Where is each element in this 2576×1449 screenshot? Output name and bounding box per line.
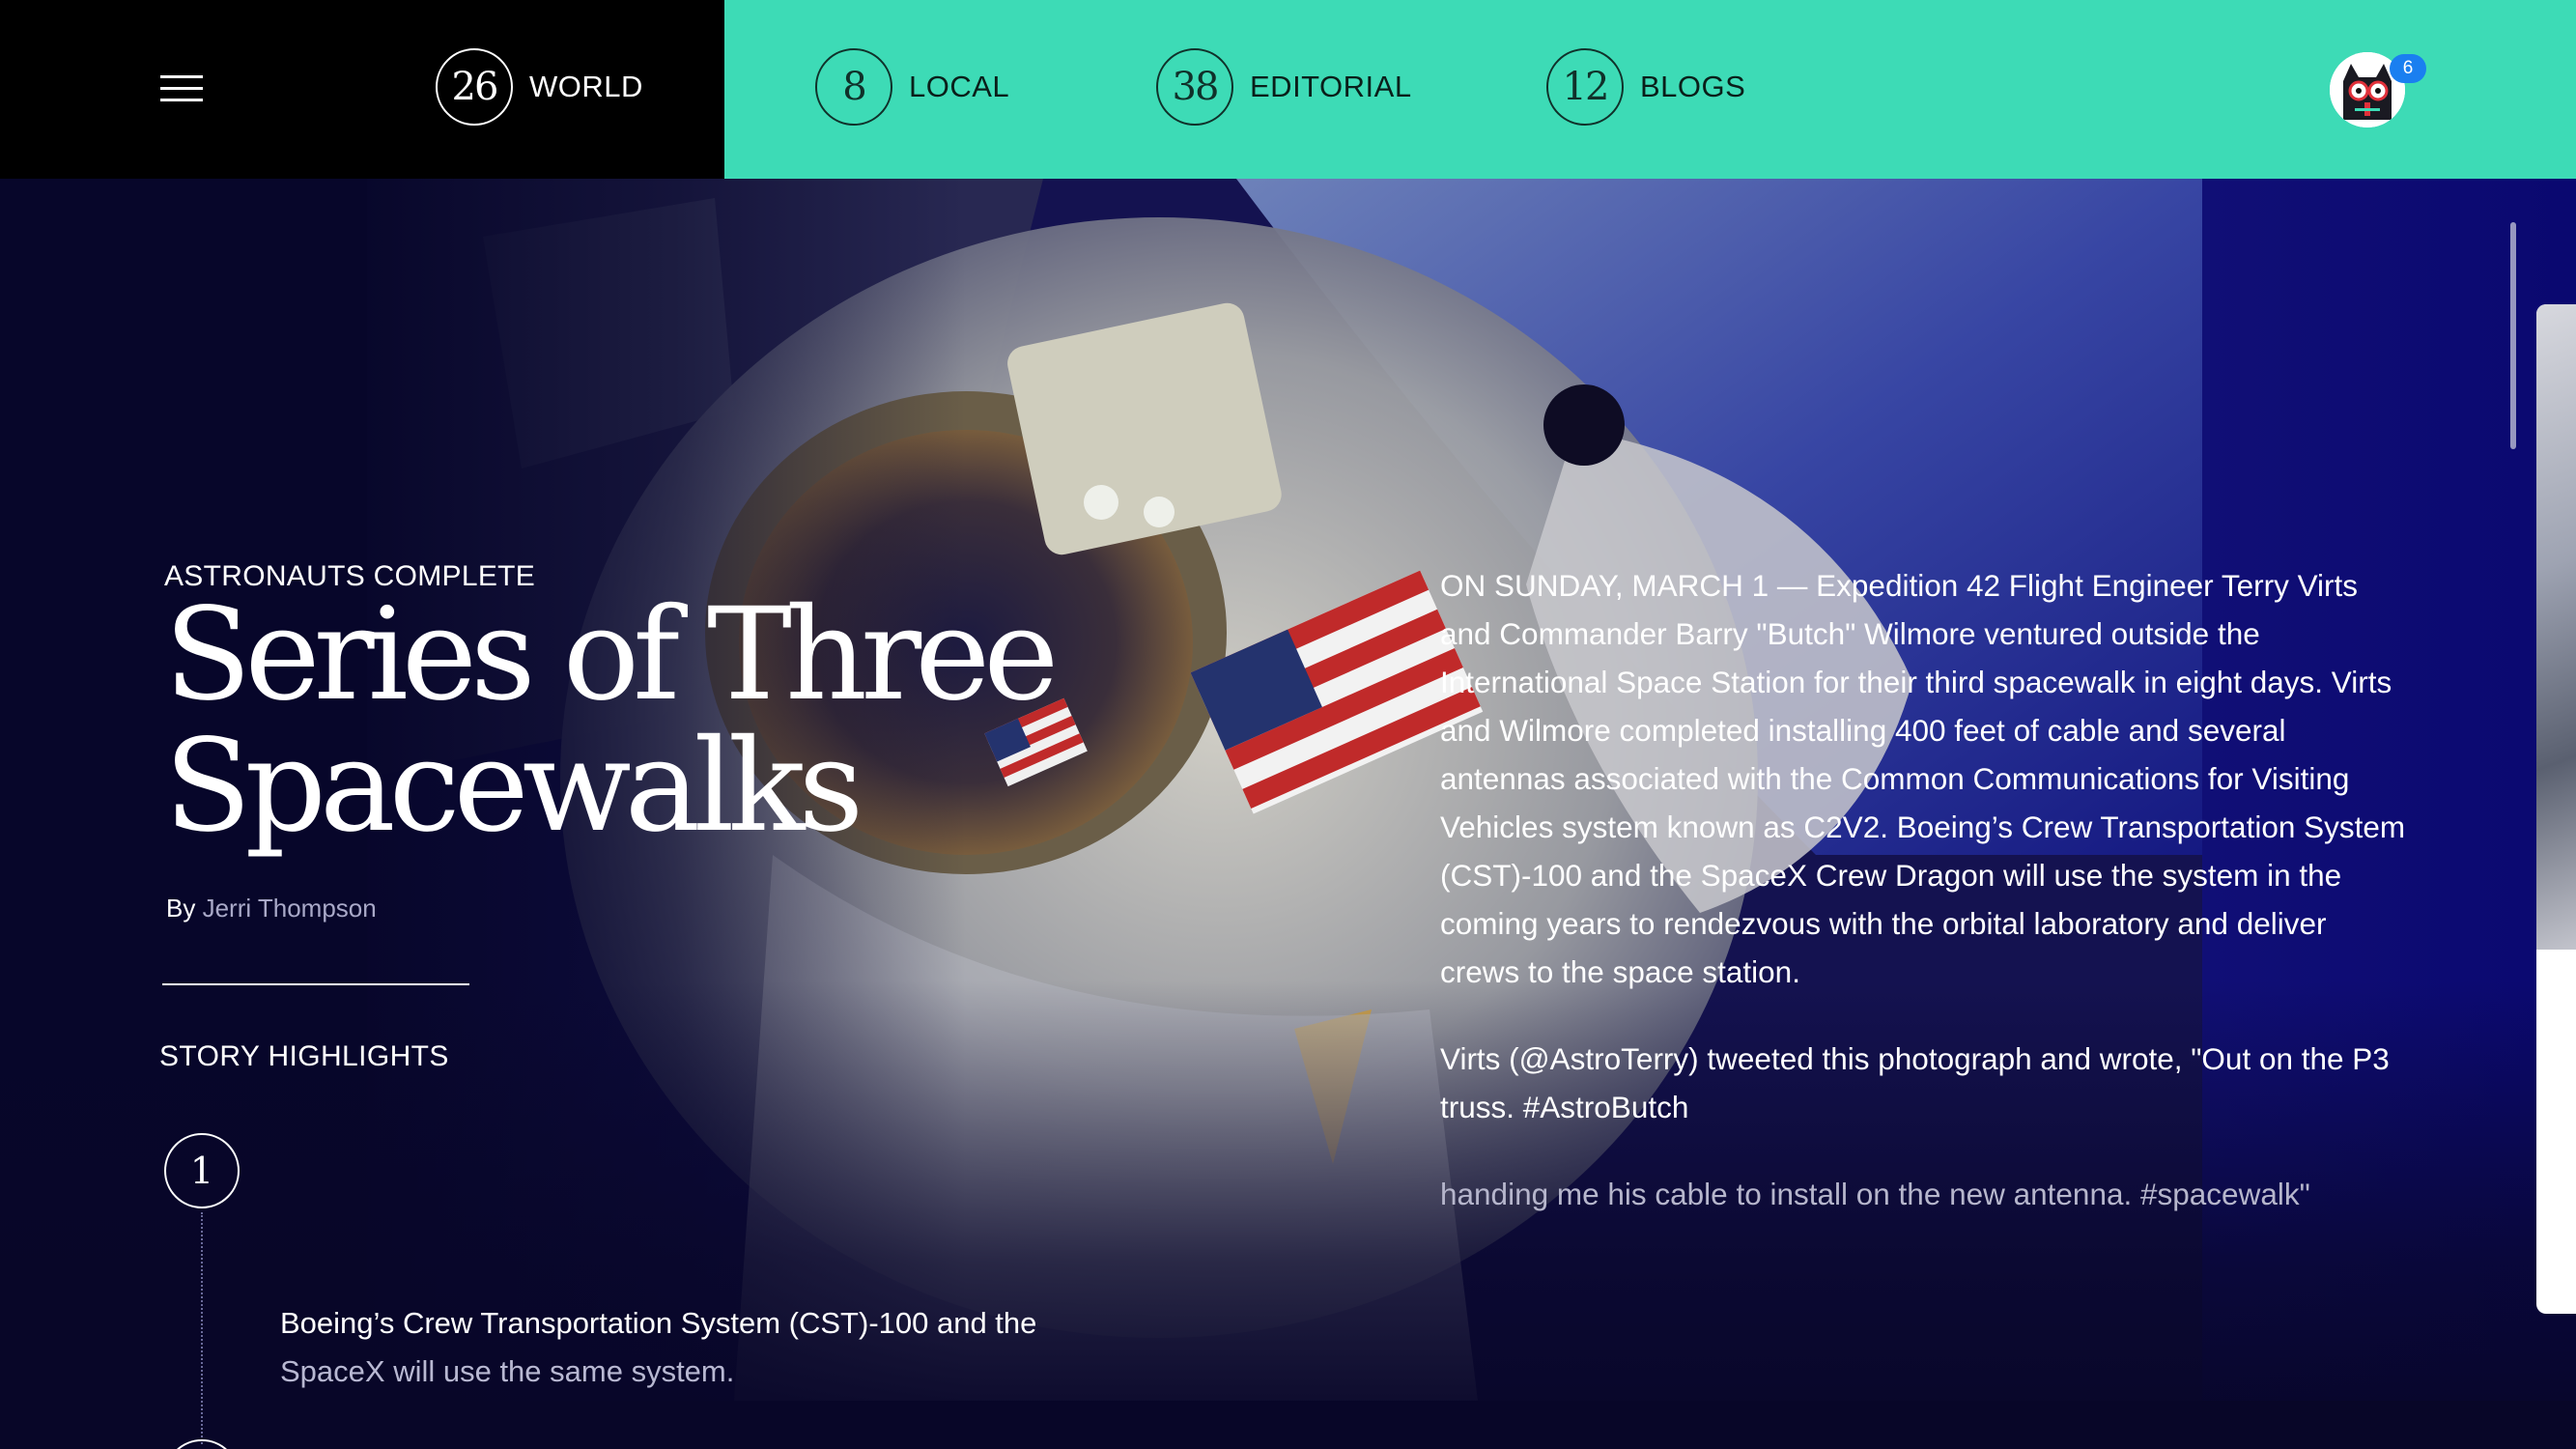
headline-line: Series of Three xyxy=(164,581,1059,729)
article-paragraph: Virts (@AstroTerry) tweeted this photogr… xyxy=(1440,1041,2390,1124)
menu-icon-line xyxy=(160,99,203,101)
nav-count-badge: 38 xyxy=(1156,48,1233,126)
nav-item-world[interactable]: 26 WORLD xyxy=(436,48,643,126)
nav-label: EDITORIAL xyxy=(1250,70,1412,103)
menu-icon[interactable] xyxy=(160,75,203,102)
nav-label: LOCAL xyxy=(909,70,1010,103)
scrollbar-thumb[interactable] xyxy=(2510,222,2516,449)
highlight-connector xyxy=(201,1212,203,1444)
nav-item-blogs[interactable]: 12 BLOGS xyxy=(1546,48,1745,126)
headline-line: Spacewalks xyxy=(164,712,863,861)
nav-count-badge: 12 xyxy=(1546,48,1624,126)
highlights-title: STORY HIGHLIGHTS xyxy=(159,1040,449,1072)
highlight-line: Boeing’s Crew Transportation System (CST… xyxy=(280,1306,1037,1340)
highlight-number[interactable]: 1 xyxy=(164,1133,240,1208)
nav-count-badge: 26 xyxy=(436,48,513,126)
menu-icon-line xyxy=(160,75,203,78)
byline-prefix: By xyxy=(166,894,196,923)
nav-count-badge: 8 xyxy=(815,48,892,126)
article-paragraph: handing me his cable to install on the n… xyxy=(1440,1177,2310,1211)
menu-icon-line xyxy=(160,87,203,90)
nav-item-editorial[interactable]: 38 EDITORIAL xyxy=(1156,48,1412,126)
divider xyxy=(162,983,469,985)
nav-label: BLOGS xyxy=(1640,70,1746,103)
article-headline: Series of Three Spacewalks xyxy=(164,589,1178,852)
next-article-image xyxy=(2536,304,2576,950)
highlight-line: SpaceX will use the same system. xyxy=(280,1354,735,1388)
nav-label: WORLD xyxy=(529,70,643,103)
article-body: ON SUNDAY, MARCH 1 — Expedition 42 Fligh… xyxy=(1440,561,2406,1257)
next-article-card[interactable] xyxy=(2536,304,2576,1314)
hero-bottom-bar xyxy=(0,1401,2576,1449)
nav-item-local[interactable]: 8 LOCAL xyxy=(815,48,1009,126)
notification-badge[interactable]: 6 xyxy=(2390,54,2426,83)
author-link[interactable]: Jerri Thompson xyxy=(203,894,377,923)
byline: By Jerri Thompson xyxy=(166,894,377,923)
highlight-text: Boeing’s Crew Transportation System (CST… xyxy=(280,1299,1111,1396)
article-paragraph: ON SUNDAY, MARCH 1 — Expedition 42 Fligh… xyxy=(1440,568,2406,989)
